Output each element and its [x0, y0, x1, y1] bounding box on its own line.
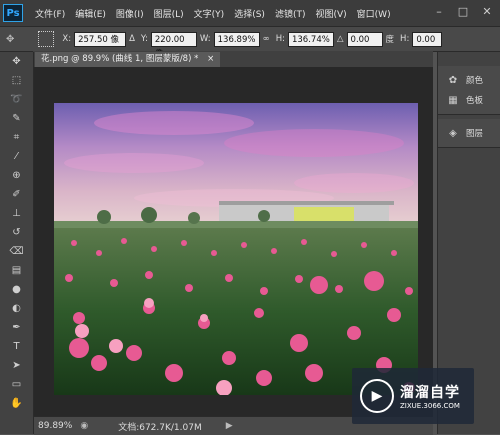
w-field[interactable]: 136.89%	[213, 31, 260, 47]
photoshop-logo: Ps	[3, 4, 23, 22]
panel-swatches-label: 色板	[466, 96, 484, 106]
pen-tool-icon[interactable]: ✒	[0, 318, 33, 337]
toolbox: ✥ ⬚ ➰ ✎ ⌗ ⁄ ⊕ ✐ ⊥ ↺ ⌫ ▤ ● ◐ ✒ T ➤ ▭ ✋	[0, 52, 34, 434]
delta-icon[interactable]: Δ	[129, 34, 135, 44]
watermark-brand: 溜溜自学	[400, 385, 460, 401]
angle-field[interactable]: 0.00	[346, 31, 383, 47]
layers-icon: ◈	[449, 127, 457, 139]
panel-color-label: 颜色	[466, 76, 484, 86]
eyedropper-tool-icon[interactable]: ⁄	[0, 147, 33, 166]
close-tab-icon[interactable]: ×	[207, 54, 214, 64]
healing-brush-tool-icon[interactable]: ⊕	[0, 166, 33, 185]
angle-icon: △	[336, 34, 344, 44]
watermark: ▶ 溜溜自学 ZIXUE.3066.COM	[352, 368, 474, 424]
link-icon[interactable]: ∞	[263, 34, 270, 44]
dodge-tool-icon[interactable]: ◐	[0, 299, 33, 318]
zoom-level[interactable]: 89.89%	[38, 421, 72, 431]
document-info: 文档:672.7K/1.07M	[118, 422, 202, 433]
eraser-tool-icon[interactable]: ⌫	[0, 242, 33, 261]
reference-point-icon[interactable]	[38, 31, 55, 47]
menu-type[interactable]: 文字(Y)	[194, 7, 225, 20]
panel-color[interactable]: ✿ 颜色	[438, 70, 500, 90]
w-label: W:	[199, 34, 211, 44]
type-tool-icon[interactable]: T	[0, 337, 33, 356]
document-tab-title: 花.png @ 89.9% (曲线 1, 图层蒙版/8) *	[41, 54, 199, 64]
status-menu-icon[interactable]: ◉	[80, 421, 88, 431]
close-button[interactable]: ✕	[478, 4, 496, 20]
menu-window[interactable]: 窗口(W)	[357, 7, 391, 20]
swatches-icon: ▦	[448, 94, 458, 106]
crop-tool-icon[interactable]: ⌗	[0, 128, 33, 147]
blur-tool-icon[interactable]: ●	[0, 280, 33, 299]
menu-image[interactable]: 图像(I)	[116, 7, 144, 20]
brush-tool-icon[interactable]: ✐	[0, 185, 33, 204]
play-icon: ▶	[360, 379, 394, 413]
hskew-field[interactable]: 0.00	[412, 31, 443, 47]
history-brush-tool-icon[interactable]: ↺	[0, 223, 33, 242]
clone-stamp-tool-icon[interactable]: ⊥	[0, 204, 33, 223]
hskew-label: H:	[400, 34, 410, 44]
y-label: Y:	[140, 34, 148, 44]
minimize-button[interactable]: –	[430, 4, 448, 20]
marquee-tool-icon[interactable]: ⬚	[0, 71, 33, 90]
document-tab-bar: 花.png @ 89.9% (曲线 1, 图层蒙版/8) * ×	[33, 51, 433, 67]
x-label: X:	[62, 34, 72, 44]
path-select-tool-icon[interactable]: ➤	[0, 356, 33, 375]
rose-field-photo[interactable]	[54, 103, 418, 395]
watermark-text: 溜溜自学 ZIXUE.3066.COM	[400, 382, 460, 410]
layers-panel-group: ◈ 图层	[438, 119, 500, 148]
menu-layer[interactable]: 图层(L)	[154, 7, 184, 20]
panel-swatches[interactable]: ▦ 色板	[438, 90, 500, 110]
h-field[interactable]: 136.74%	[287, 31, 334, 47]
menu-edit[interactable]: 编辑(E)	[75, 7, 106, 20]
options-bar: ✥ X: 257.50 像 Δ Y: 220.00 像 W: 136.89% ∞…	[0, 26, 500, 59]
quick-select-tool-icon[interactable]: ✎	[0, 109, 33, 128]
menu-file[interactable]: 文件(F)	[35, 7, 65, 20]
palette-icon: ✿	[448, 74, 458, 86]
y-field[interactable]: 220.00 像	[150, 31, 197, 59]
document-tab[interactable]: 花.png @ 89.9% (曲线 1, 图层蒙版/8) * ×	[35, 52, 221, 67]
main-menu: 文件(F) 编辑(E) 图像(I) 图层(L) 文字(Y) 选择(S) 滤镜(T…	[35, 7, 401, 20]
panel-layers[interactable]: ◈ 图层	[438, 123, 500, 143]
x-field[interactable]: 257.50 像	[74, 31, 127, 47]
watermark-url: ZIXUE.3066.COM	[400, 402, 460, 410]
menu-filter[interactable]: 滤镜(T)	[275, 7, 306, 20]
move-tool-icon[interactable]: ✥	[0, 52, 33, 71]
gradient-tool-icon[interactable]: ▤	[0, 261, 33, 280]
color-panel-group: ✿ 颜色 ▦ 色板	[438, 66, 500, 115]
menu-view[interactable]: 视图(V)	[315, 7, 346, 20]
panel-layers-label: 图层	[466, 129, 484, 139]
window-controls: – □ ✕	[430, 4, 496, 20]
h-label: H:	[275, 34, 285, 44]
shape-tool-icon[interactable]: ▭	[0, 375, 33, 394]
lasso-tool-icon[interactable]: ➰	[0, 90, 33, 109]
angle-unit: 度	[385, 35, 395, 45]
move-tool-icon[interactable]: ✥	[6, 34, 14, 45]
menu-select[interactable]: 选择(S)	[234, 7, 265, 20]
restore-button[interactable]: □	[454, 4, 472, 20]
menu-bar: Ps 文件(F) 编辑(E) 图像(I) 图层(L) 文字(Y) 选择(S) 滤…	[0, 0, 500, 26]
status-arrow-icon[interactable]: ▶	[226, 421, 233, 431]
hand-tool-icon[interactable]: ✋	[0, 394, 33, 413]
